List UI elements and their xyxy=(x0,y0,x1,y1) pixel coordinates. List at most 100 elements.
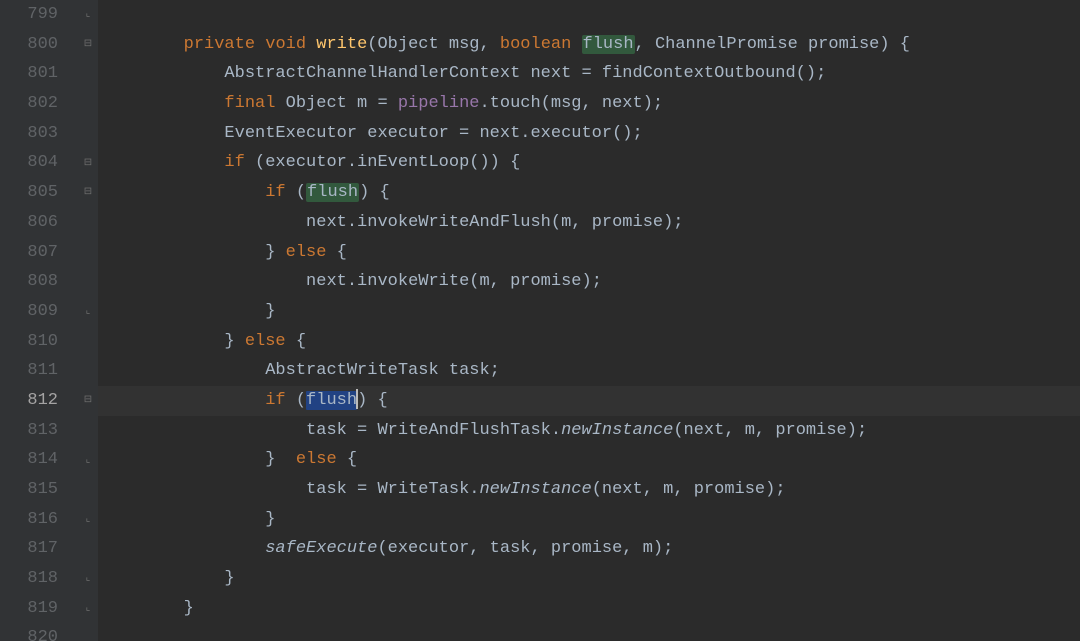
code-token: , ChannelPromise promise) { xyxy=(635,35,910,54)
fold-open-icon[interactable]: ⊟ xyxy=(82,158,94,170)
code-editor[interactable]: 7998008018028038048058068078088098108118… xyxy=(0,0,1080,641)
code-token: } xyxy=(224,332,244,351)
code-area[interactable]: private void write(Object msg, boolean f… xyxy=(98,0,1080,641)
code-line[interactable]: if (executor.inEventLoop()) { xyxy=(98,148,1080,178)
code-line[interactable]: safeExecute(executor, task, promise, m); xyxy=(98,534,1080,564)
code-line[interactable]: } xyxy=(98,297,1080,327)
fold-open-icon[interactable]: ⊟ xyxy=(82,395,94,407)
code-line[interactable]: } else { xyxy=(98,327,1080,357)
code-line[interactable]: next.invokeWriteAndFlush(m, promise); xyxy=(98,208,1080,238)
code-token: ) { xyxy=(359,183,390,202)
code-line[interactable]: } else { xyxy=(98,238,1080,268)
code-token: void xyxy=(265,35,316,54)
code-token: (next, m, promise); xyxy=(673,421,867,440)
fold-open-icon[interactable]: ⊟ xyxy=(82,39,94,51)
code-token: final xyxy=(224,94,285,113)
code-line[interactable]: next.invokeWrite(m, promise); xyxy=(98,267,1080,297)
line-number: 802 xyxy=(0,89,58,119)
code-token: Object m = xyxy=(286,94,398,113)
code-token: flush xyxy=(582,35,635,54)
code-token: (executor, task, promise, m); xyxy=(377,539,673,558)
code-token: } xyxy=(224,569,234,588)
line-number: 811 xyxy=(0,356,58,386)
line-number: 803 xyxy=(0,119,58,149)
fold-column[interactable]: ⌞ ⊟ ⊟ ⊟ ⌞ ⊟ ⌞ ⌞ ⌞ ⌞ xyxy=(80,0,98,641)
line-number: 808 xyxy=(0,267,58,297)
code-line[interactable]: task = WriteTask.newInstance(next, m, pr… xyxy=(98,475,1080,505)
line-number: 813 xyxy=(0,416,58,446)
code-line[interactable]: EventExecutor executor = next.executor()… xyxy=(98,119,1080,149)
code-token: ( xyxy=(296,391,306,410)
line-number: 799 xyxy=(0,0,58,30)
fold-open-icon[interactable]: ⊟ xyxy=(82,187,94,199)
code-token: ) { xyxy=(357,391,388,410)
line-number-gutter: 7998008018028038048058068078088098108118… xyxy=(0,0,80,641)
code-token: write xyxy=(316,35,367,54)
code-token: (next, m, promise); xyxy=(592,480,786,499)
code-token: EventExecutor executor = next.executor()… xyxy=(224,124,642,143)
code-token: private xyxy=(184,35,266,54)
line-number: 801 xyxy=(0,59,58,89)
code-token: AbstractWriteTask task; xyxy=(265,361,500,380)
code-token: (Object msg, xyxy=(367,35,500,54)
code-token: safeExecute xyxy=(265,539,377,558)
line-number: 809 xyxy=(0,297,58,327)
code-token: pipeline xyxy=(398,94,480,113)
code-line[interactable]: } xyxy=(98,594,1080,624)
fold-close-icon[interactable]: ⌞ xyxy=(82,514,94,526)
code-token: if xyxy=(265,183,296,202)
fold-close-icon[interactable]: ⌞ xyxy=(82,603,94,615)
fold-close-icon[interactable]: ⌞ xyxy=(82,306,94,318)
code-token: flush xyxy=(306,183,359,202)
line-number: 800 xyxy=(0,30,58,60)
code-token: (executor.inEventLoop()) { xyxy=(255,153,520,172)
line-number: 820 xyxy=(0,623,58,641)
fold-close-icon[interactable]: ⌞ xyxy=(82,9,94,21)
code-line[interactable]: AbstractWriteTask task; xyxy=(98,356,1080,386)
code-token: next.invokeWrite(m, promise); xyxy=(306,272,602,291)
line-number: 810 xyxy=(0,327,58,357)
code-line[interactable]: } else { xyxy=(98,445,1080,475)
code-token: else xyxy=(286,243,337,262)
code-token: AbstractChannelHandlerContext next = fin… xyxy=(224,64,826,83)
code-token: boolean xyxy=(500,35,582,54)
line-number: 812 xyxy=(0,386,58,416)
code-line[interactable]: final Object m = pipeline.touch(msg, nex… xyxy=(98,89,1080,119)
line-number: 804 xyxy=(0,148,58,178)
code-token: { xyxy=(296,332,306,351)
code-token: newInstance xyxy=(561,421,673,440)
code-token: } xyxy=(265,243,285,262)
code-token: else xyxy=(296,450,347,469)
line-number: 805 xyxy=(0,178,58,208)
line-number: 814 xyxy=(0,445,58,475)
code-line[interactable] xyxy=(98,623,1080,641)
fold-close-icon[interactable]: ⌞ xyxy=(82,455,94,467)
code-token: flush xyxy=(306,391,357,410)
code-line[interactable]: task = WriteAndFlushTask.newInstance(nex… xyxy=(98,416,1080,446)
fold-close-icon[interactable]: ⌞ xyxy=(82,573,94,585)
code-token: } xyxy=(265,302,275,321)
code-token: if xyxy=(265,391,296,410)
code-token: { xyxy=(337,243,347,262)
line-number: 807 xyxy=(0,238,58,268)
code-token: ( xyxy=(296,183,306,202)
code-line[interactable]: if (flush) { xyxy=(98,178,1080,208)
code-line[interactable]: if (flush) { xyxy=(98,386,1080,416)
code-token: if xyxy=(224,153,255,172)
code-line[interactable]: } xyxy=(98,505,1080,535)
code-line[interactable] xyxy=(98,0,1080,30)
line-number: 816 xyxy=(0,505,58,535)
code-token: } xyxy=(265,450,296,469)
code-token: .touch(msg, next); xyxy=(479,94,663,113)
code-token: { xyxy=(347,450,357,469)
code-line[interactable]: AbstractChannelHandlerContext next = fin… xyxy=(98,59,1080,89)
line-number: 806 xyxy=(0,208,58,238)
code-line[interactable]: } xyxy=(98,564,1080,594)
line-number: 818 xyxy=(0,564,58,594)
line-number: 817 xyxy=(0,534,58,564)
code-token: } xyxy=(265,510,275,529)
code-token: newInstance xyxy=(479,480,591,499)
code-line[interactable]: private void write(Object msg, boolean f… xyxy=(98,30,1080,60)
code-token: task = WriteAndFlushTask. xyxy=(306,421,561,440)
line-number: 815 xyxy=(0,475,58,505)
